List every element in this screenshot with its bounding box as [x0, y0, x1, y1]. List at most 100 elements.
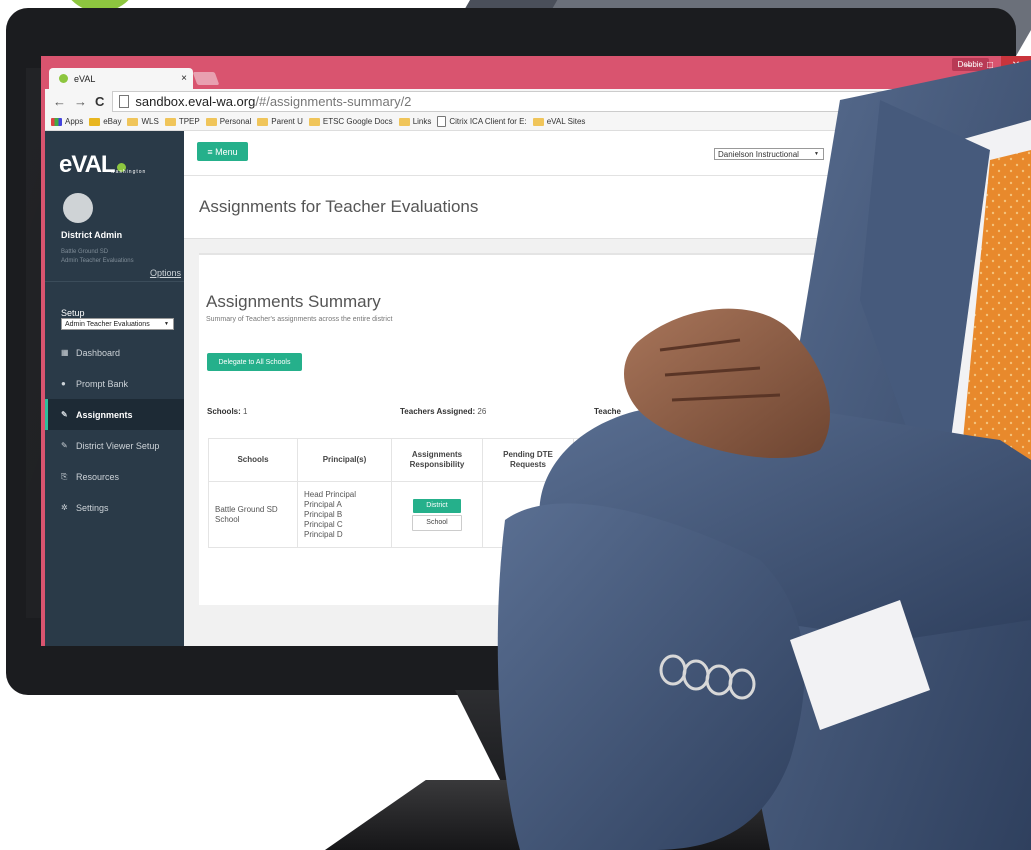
main-content: ≡ Menu Danielson Instructional Assignmen… [184, 131, 1031, 646]
principals-cell: Head Principal Principal A Principal B P… [297, 481, 392, 548]
link-icon: ✎ [61, 441, 68, 450]
school-button[interactable]: School [412, 514, 462, 531]
options-link[interactable]: Options [150, 268, 181, 278]
page-icon [119, 94, 130, 108]
column-header: Assignments Responsibility [391, 438, 483, 482]
teachers-stat: Teache [594, 407, 621, 416]
district-button[interactable]: District [413, 498, 461, 513]
sidebar-item-district-viewer-setup[interactable]: ✎ District Viewer Setup [45, 430, 184, 461]
minimize-button[interactable]: – [957, 56, 979, 74]
user-district: Battle Ground SD [61, 249, 109, 255]
responsibility-cell: District School [391, 481, 483, 548]
brand-subtitle: washington [111, 169, 147, 175]
column-header [573, 438, 703, 482]
question-icon: ● [61, 379, 66, 388]
close-window-button[interactable]: ✕ [1001, 56, 1031, 74]
page-icon [437, 116, 447, 127]
sidebar-item-assignments[interactable]: ✎ Assignments [45, 399, 184, 430]
table-row: Battle Ground SD School Head Principal P… [208, 481, 703, 548]
setup-select[interactable]: Admin Teacher Evaluations [61, 318, 174, 330]
sidebar-item-label: Assignments [76, 409, 133, 420]
link-icon: ✎ [61, 410, 68, 419]
menu-button[interactable]: ≡ Menu [197, 142, 248, 161]
window-controls: – □ ✕ [957, 56, 1031, 74]
monitor-screen: eVAL × Debbie – □ ✕ ← → C sandbox.eval-w… [41, 56, 1031, 646]
tab-close-icon[interactable]: × [181, 73, 187, 84]
sidebar-item-label: District Viewer Setup [76, 440, 160, 451]
address-bar-row: ← → C sandbox.eval-wa.org/#/assignments-… [45, 89, 1031, 113]
user-meta: Battle Ground SD Admin Teacher Evaluatio… [61, 248, 134, 266]
folder-icon [205, 117, 217, 126]
sidebar-item-label: Dashboard [76, 347, 121, 358]
browser-titlebar: eVAL × Debbie – □ ✕ [45, 56, 1031, 89]
sidebar-item-resources[interactable]: ⎘ Resources [45, 461, 184, 492]
bookmark-parent-u[interactable]: Parent U [257, 117, 303, 126]
favicon-icon [59, 74, 68, 83]
folder-icon [398, 117, 410, 126]
user-role: District Admin [61, 230, 123, 240]
sidebar-item-label: Prompt Bank [76, 378, 129, 389]
sidebar-divider [45, 281, 184, 282]
bookmark-wls[interactable]: WLS [127, 117, 159, 126]
bookmark-etsc-google-docs[interactable]: ETSC Google Docs [308, 117, 393, 126]
pending-dte-cell [482, 481, 574, 548]
bookmarks-bar: Apps eBay WLS TPEP Personal Parent U ETS… [45, 113, 1031, 131]
sidebar-item-label: Settings [76, 502, 109, 513]
forward-arrow-icon[interactable]: → [74, 94, 87, 109]
school-cell: Battle Ground SD School [208, 481, 298, 548]
tab-title: eVAL [74, 73, 96, 84]
column-header: Schools [208, 438, 298, 482]
user-context: Admin Teacher Evaluations [61, 258, 134, 264]
bookmark-citrix[interactable]: Citrix ICA Client for E: [437, 116, 527, 127]
bookmark-links[interactable]: Links [398, 117, 431, 126]
reload-icon[interactable]: C [95, 94, 104, 109]
dashboard-icon: ▦ [61, 348, 69, 357]
sidebar-nav: ▦ Dashboard ● Prompt Bank ✎ Assignments ✎ Di… [45, 337, 184, 523]
url-host: sandbox.eval-wa.org [135, 93, 256, 109]
summary-title: Assignments Summary [206, 292, 381, 311]
folder-icon [308, 117, 320, 126]
monitor-stand-base [325, 780, 885, 850]
new-tab-button[interactable] [192, 72, 220, 85]
browser-tab[interactable]: eVAL × [49, 68, 193, 89]
avatar [63, 193, 93, 223]
page-title: Assignments for Teacher Evaluations [199, 197, 479, 216]
setup-label: Setup [61, 308, 85, 318]
folder-icon [164, 117, 176, 126]
summary-card: Assignments Summary Summary of Teacher's… [199, 253, 819, 605]
url-path: /#/assignments-summary/2 [255, 93, 412, 109]
gear-icon: ✲ [61, 503, 68, 512]
bookmark-tpep[interactable]: TPEP [164, 117, 200, 126]
teachers-assigned-stat: Teachers Assigned: 26 [400, 407, 487, 416]
delegate-all-button[interactable]: Delegate to All Schools [207, 353, 302, 371]
top-bar: ≡ Menu Danielson Instructional [184, 131, 1031, 176]
folder-icon [532, 117, 544, 126]
bookmark-apps[interactable]: Apps [51, 117, 83, 126]
eval-app: eVAL washington District Admin Battle Gr… [45, 131, 1031, 646]
column-header: Pending DTE Requests [482, 438, 574, 482]
sidebar-item-settings[interactable]: ✲ Settings [45, 492, 184, 523]
bookmark-personal[interactable]: Personal [205, 117, 251, 126]
back-arrow-icon[interactable]: ← [53, 94, 66, 109]
page-header: Assignments for Teacher Evaluations [184, 176, 1031, 239]
maximize-button[interactable]: □ [979, 56, 1001, 74]
apps-grid-icon [51, 117, 62, 126]
column-header: Principal(s) [297, 438, 392, 482]
framework-select[interactable]: Danielson Instructional [714, 148, 824, 160]
monitor-stand-neck [455, 690, 795, 785]
folder-icon [257, 117, 269, 126]
clipboard-icon: ⎘ [61, 471, 68, 481]
sidebar-item-label: Resources [76, 471, 120, 482]
ebay-icon [89, 117, 101, 126]
bookmark-eval-sites[interactable]: eVAL Sites [532, 117, 585, 126]
sidebar-item-dashboard[interactable]: ▦ Dashboard [45, 337, 184, 368]
sidebar-item-prompt-bank[interactable]: ● Prompt Bank [45, 368, 184, 399]
assignments-table: Schools Principal(s) Assignments Respons… [208, 438, 703, 548]
bookmark-ebay[interactable]: eBay [89, 117, 121, 126]
folder-icon [127, 117, 139, 126]
schools-stat: Schools: 1 [207, 407, 248, 416]
summary-subtitle: Summary of Teacher's assignments across … [206, 316, 393, 323]
sidebar: eVAL washington District Admin Battle Gr… [45, 131, 184, 646]
url-input[interactable]: sandbox.eval-wa.org/#/assignments-summar… [112, 90, 1031, 112]
extra-cell [573, 481, 703, 548]
